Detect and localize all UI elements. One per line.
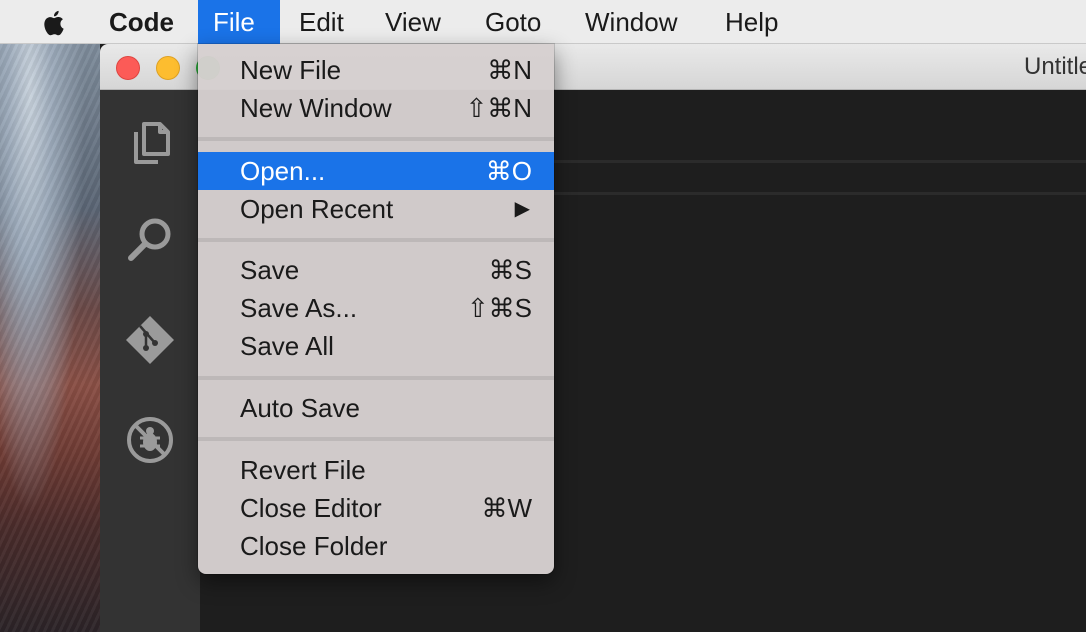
menu-separator [198, 437, 554, 441]
menu-item-label: Close Folder [240, 531, 388, 561]
menu-item-open-recent[interactable]: Open Recent ▶ [198, 190, 554, 228]
menu-item-close-folder[interactable]: Close Folder [198, 527, 554, 565]
window-title: Untitled [1024, 53, 1086, 80]
search-icon[interactable] [122, 212, 178, 268]
menu-item-label: Save All [240, 331, 334, 361]
menu-item-label: Auto Save [240, 393, 360, 423]
menu-item-auto-save[interactable]: Auto Save [198, 389, 554, 427]
apple-icon[interactable] [40, 8, 70, 38]
activity-bar [100, 90, 200, 632]
close-window-button[interactable] [116, 56, 140, 80]
menu-item-label: Open... [240, 156, 326, 186]
menu-item-open[interactable]: Open... ⌘O [198, 152, 554, 190]
menu-item-save-as[interactable]: Save As... ⇧⌘S [198, 289, 554, 327]
menu-item-label: Open Recent [240, 194, 394, 224]
files-icon[interactable] [122, 112, 178, 168]
menu-item-label: Save As... [240, 293, 358, 323]
menu-item-save-all[interactable]: Save All [198, 327, 554, 365]
menu-item-label: Revert File [240, 455, 366, 485]
menu-item-new-file[interactable]: New File ⌘N [198, 51, 554, 89]
menu-file[interactable]: File [198, 0, 280, 44]
menu-item-shortcut: ⌘W [481, 493, 532, 523]
menu-goto[interactable]: Goto [470, 0, 556, 44]
menu-item-shortcut: ⇧⌘S [466, 293, 532, 323]
menu-help[interactable]: Help [710, 0, 793, 44]
menu-bar: Code File Edit View Goto Window Help [0, 0, 1086, 44]
menu-view[interactable]: View [370, 0, 456, 44]
menu-app-name[interactable]: Code [94, 0, 189, 44]
menu-separator [198, 137, 554, 141]
menu-item-shortcut: ⇧⌘N [465, 93, 532, 123]
menu-separator [198, 376, 554, 380]
menu-item-revert-file[interactable]: Revert File [198, 451, 554, 489]
menu-item-label: New Window [240, 93, 392, 123]
menu-item-label: Save [240, 255, 300, 285]
menu-item-shortcut: ⌘O [485, 156, 532, 186]
file-menu-dropdown: New File ⌘N New Window ⇧⌘N Open... ⌘O Op… [198, 44, 554, 574]
menu-item-label: New File [240, 55, 342, 85]
menu-edit[interactable]: Edit [284, 0, 359, 44]
menu-item-shortcut: ⌘S [488, 255, 532, 285]
debug-icon[interactable] [122, 412, 178, 468]
menu-separator [198, 238, 554, 242]
submenu-arrow-icon: ▶ [514, 198, 530, 220]
menu-item-close-editor[interactable]: Close Editor ⌘W [198, 489, 554, 527]
menu-window[interactable]: Window [570, 0, 692, 44]
menu-item-save[interactable]: Save ⌘S [198, 251, 554, 289]
desktop-wallpaper [0, 44, 100, 632]
menu-item-shortcut: ⌘N [487, 55, 532, 85]
git-icon[interactable] [122, 312, 178, 368]
menu-item-new-window[interactable]: New Window ⇧⌘N [198, 89, 554, 127]
minimize-window-button[interactable] [156, 56, 180, 80]
menu-item-label: Close Editor [240, 493, 382, 523]
